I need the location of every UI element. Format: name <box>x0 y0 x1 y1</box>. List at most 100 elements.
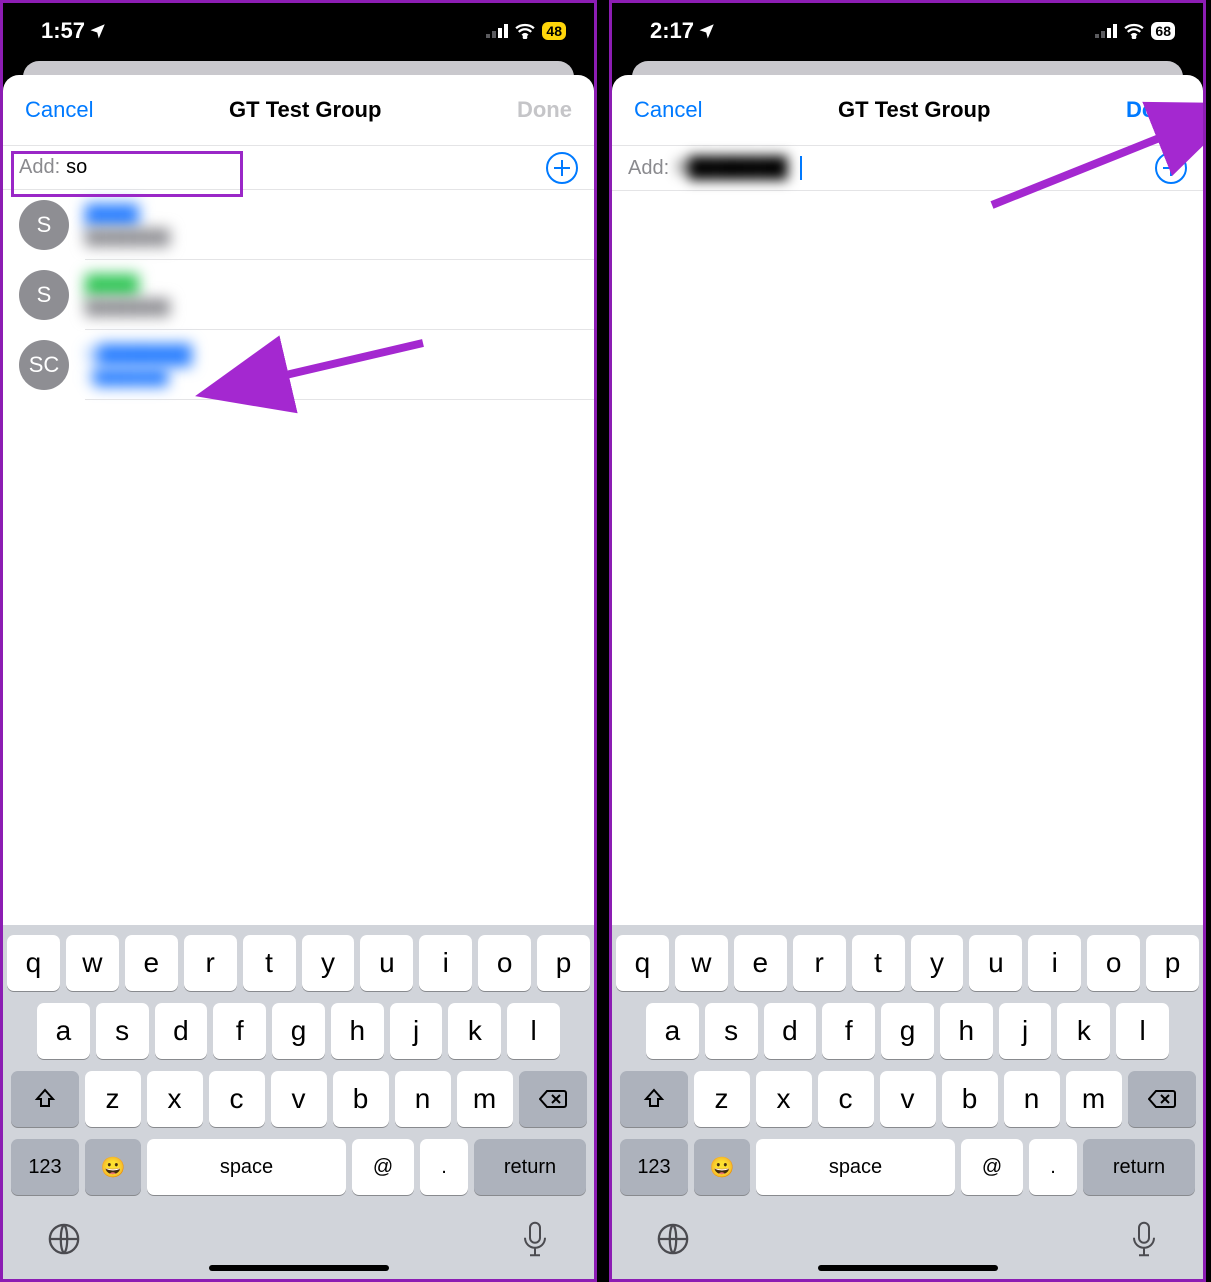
home-indicator[interactable] <box>818 1265 998 1271</box>
plus-icon[interactable] <box>1155 152 1187 184</box>
onscreen-keyboard[interactable]: q w e r t y u i o p a s d f g h <box>612 925 1203 1279</box>
shift-key[interactable] <box>620 1071 688 1127</box>
key-v[interactable]: v <box>271 1071 327 1127</box>
battery-badge: 68 <box>1151 22 1175 40</box>
done-button[interactable]: Done <box>1126 97 1181 123</box>
key-u[interactable]: u <box>360 935 413 991</box>
key-i[interactable]: i <box>419 935 472 991</box>
key-p[interactable]: p <box>1146 935 1199 991</box>
numbers-key[interactable]: 123 <box>620 1139 688 1195</box>
avatar: SC <box>19 340 69 390</box>
done-button[interactable]: Done <box>517 97 572 123</box>
key-z[interactable]: z <box>85 1071 141 1127</box>
key-v[interactable]: v <box>880 1071 936 1127</box>
key-w[interactable]: w <box>675 935 728 991</box>
key-h[interactable]: h <box>331 1003 384 1059</box>
mic-icon[interactable] <box>1129 1220 1159 1263</box>
key-e[interactable]: e <box>125 935 178 991</box>
emoji-key[interactable]: 😀 <box>694 1139 750 1195</box>
contact-name: ████ <box>85 205 170 227</box>
key-t[interactable]: t <box>243 935 296 991</box>
key-h[interactable]: h <box>940 1003 993 1059</box>
contact-detail: ████████ <box>85 299 170 316</box>
add-input-value: so <box>66 156 87 179</box>
dot-key[interactable]: . <box>420 1139 468 1195</box>
backspace-key[interactable] <box>1128 1071 1196 1127</box>
key-o[interactable]: o <box>1087 935 1140 991</box>
at-key[interactable]: @ <box>961 1139 1023 1195</box>
space-key[interactable]: space <box>147 1139 346 1195</box>
dot-key[interactable]: . <box>1029 1139 1077 1195</box>
sheet-title: GT Test Group <box>838 97 990 123</box>
shift-key[interactable] <box>11 1071 79 1127</box>
return-key[interactable]: return <box>1083 1139 1195 1195</box>
kb-row-1: q w e r t y u i o p <box>616 935 1199 991</box>
mic-icon[interactable] <box>520 1220 550 1263</box>
at-key[interactable]: @ <box>352 1139 414 1195</box>
key-g[interactable]: g <box>272 1003 325 1059</box>
key-k[interactable]: k <box>448 1003 501 1059</box>
key-e[interactable]: e <box>734 935 787 991</box>
key-c[interactable]: c <box>818 1071 874 1127</box>
key-l[interactable]: l <box>507 1003 560 1059</box>
key-s[interactable]: s <box>705 1003 758 1059</box>
key-f[interactable]: f <box>213 1003 266 1059</box>
contact-detail: ████████ <box>85 229 170 246</box>
key-r[interactable]: r <box>793 935 846 991</box>
key-x[interactable]: x <box>147 1071 203 1127</box>
nav-bar: Cancel GT Test Group Done <box>3 75 594 145</box>
key-r[interactable]: r <box>184 935 237 991</box>
backspace-key[interactable] <box>519 1071 587 1127</box>
home-indicator[interactable] <box>209 1265 389 1271</box>
key-f[interactable]: f <box>822 1003 875 1059</box>
key-g[interactable]: g <box>881 1003 934 1059</box>
key-z[interactable]: z <box>694 1071 750 1127</box>
cancel-button[interactable]: Cancel <box>634 97 702 123</box>
contact-row[interactable]: S ████ ████████ <box>3 190 594 260</box>
key-x[interactable]: x <box>756 1071 812 1127</box>
add-contact-field[interactable]: Add: so <box>3 145 594 190</box>
key-o[interactable]: o <box>478 935 531 991</box>
key-j[interactable]: j <box>999 1003 1052 1059</box>
emoji-key[interactable]: 😀 <box>85 1139 141 1195</box>
key-y[interactable]: y <box>911 935 964 991</box>
key-l[interactable]: l <box>1116 1003 1169 1059</box>
globe-icon[interactable] <box>47 1222 81 1261</box>
numbers-key[interactable]: 123 <box>11 1139 79 1195</box>
key-q[interactable]: q <box>616 935 669 991</box>
modal-sheet: Cancel GT Test Group Done Add: S███████ … <box>612 75 1203 1279</box>
add-contact-field[interactable]: Add: S███████ <box>612 145 1203 191</box>
key-b[interactable]: b <box>333 1071 389 1127</box>
key-p[interactable]: p <box>537 935 590 991</box>
key-m[interactable]: m <box>457 1071 513 1127</box>
key-a[interactable]: a <box>646 1003 699 1059</box>
key-b[interactable]: b <box>942 1071 998 1127</box>
space-key[interactable]: space <box>756 1139 955 1195</box>
onscreen-keyboard[interactable]: q w e r t y u i o p a s d f g h <box>3 925 594 1279</box>
return-key[interactable]: return <box>474 1139 586 1195</box>
key-n[interactable]: n <box>395 1071 451 1127</box>
cancel-button[interactable]: Cancel <box>25 97 93 123</box>
key-a[interactable]: a <box>37 1003 90 1059</box>
key-y[interactable]: y <box>302 935 355 991</box>
key-d[interactable]: d <box>764 1003 817 1059</box>
globe-icon[interactable] <box>656 1222 690 1261</box>
contact-row[interactable]: SC S███████ +███████ <box>3 330 594 400</box>
kb-row-2: a s d f g h j k l <box>7 1003 590 1059</box>
selected-contact-token[interactable]: S███████ <box>675 157 788 180</box>
contact-name: S███████ <box>85 345 192 367</box>
key-c[interactable]: c <box>209 1071 265 1127</box>
key-w[interactable]: w <box>66 935 119 991</box>
plus-icon[interactable] <box>546 152 578 184</box>
key-m[interactable]: m <box>1066 1071 1122 1127</box>
contact-row[interactable]: S ████ ████████ <box>3 260 594 330</box>
key-q[interactable]: q <box>7 935 60 991</box>
key-i[interactable]: i <box>1028 935 1081 991</box>
key-u[interactable]: u <box>969 935 1022 991</box>
key-d[interactable]: d <box>155 1003 208 1059</box>
key-s[interactable]: s <box>96 1003 149 1059</box>
key-k[interactable]: k <box>1057 1003 1110 1059</box>
key-n[interactable]: n <box>1004 1071 1060 1127</box>
key-j[interactable]: j <box>390 1003 443 1059</box>
key-t[interactable]: t <box>852 935 905 991</box>
